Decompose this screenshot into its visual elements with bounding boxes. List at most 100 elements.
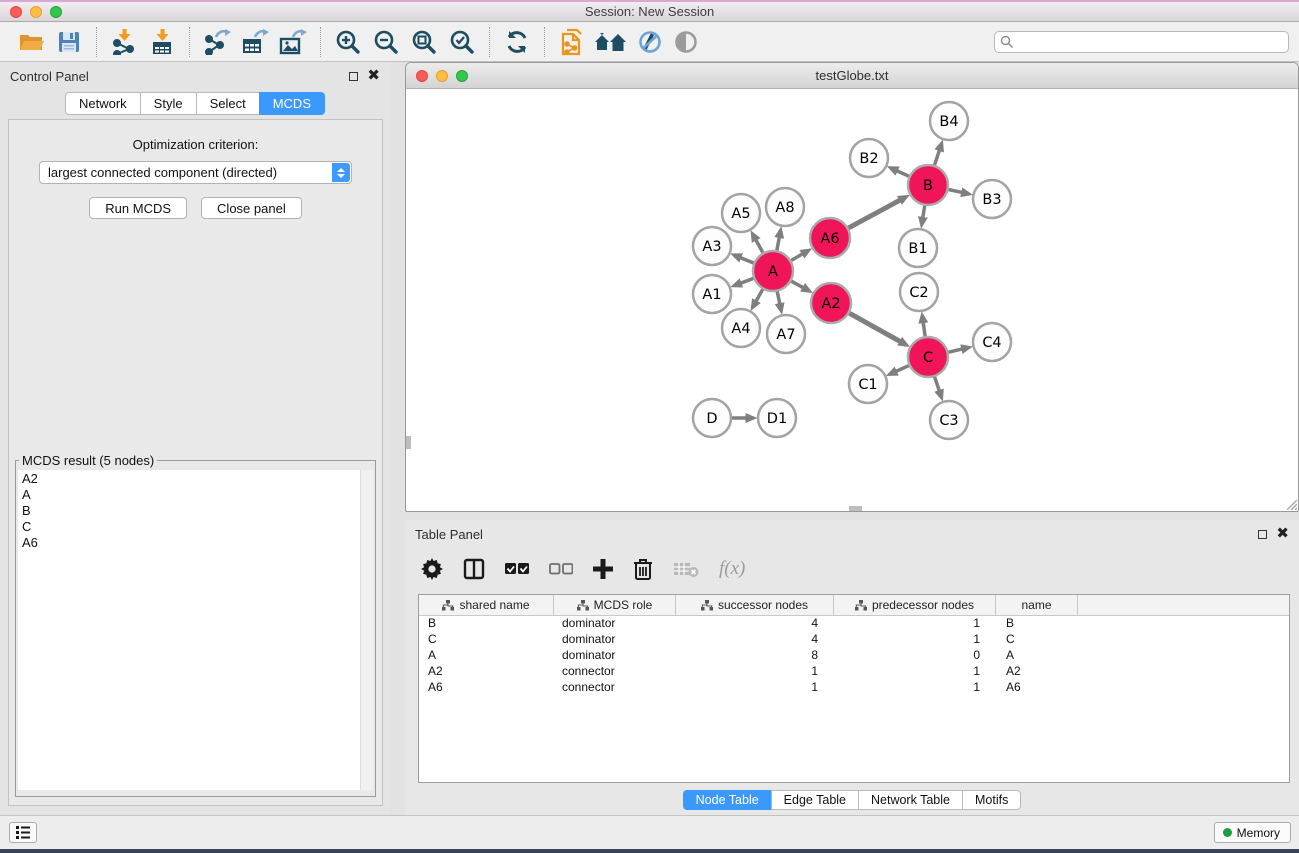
- delete-table-button[interactable]: [673, 556, 699, 582]
- zoom-in-button[interactable]: [329, 26, 367, 58]
- export-table-button[interactable]: [236, 26, 274, 58]
- zoom-window-button[interactable]: [50, 6, 62, 18]
- memory-button[interactable]: Memory: [1214, 822, 1291, 843]
- graph-edge-A2-C[interactable]: [848, 313, 900, 342]
- result-item[interactable]: A6: [22, 535, 373, 551]
- refresh-button[interactable]: [498, 26, 536, 58]
- float-table-panel-icon[interactable]: [1258, 530, 1267, 539]
- graph-node-B[interactable]: B: [908, 165, 948, 205]
- tab-mcds[interactable]: MCDS: [259, 92, 325, 115]
- graph-edge-B-B2[interactable]: [897, 171, 910, 177]
- graph-edge-B-B3[interactable]: [948, 189, 962, 192]
- graph-node-A3[interactable]: A3: [693, 227, 731, 265]
- column-header-mcds-role[interactable]: MCDS role: [554, 595, 676, 615]
- column-layout-button[interactable]: [463, 556, 485, 582]
- graph-node-C4[interactable]: C4: [973, 323, 1011, 361]
- graph-edge-A6-B[interactable]: [848, 200, 900, 228]
- graph-node-A4[interactable]: A4: [722, 309, 760, 347]
- close-table-panel-icon[interactable]: ✖: [1276, 529, 1289, 539]
- column-header-shared-name[interactable]: shared name: [419, 595, 554, 615]
- graph-node-A7[interactable]: A7: [767, 315, 805, 353]
- table-row[interactable]: Bdominator41B: [419, 616, 1289, 632]
- graph-node-A5[interactable]: A5: [722, 194, 760, 232]
- column-header-predecessor-nodes[interactable]: predecessor nodes: [834, 595, 996, 615]
- graph-edge-C-C1[interactable]: [896, 365, 909, 371]
- resize-grip-icon[interactable]: [1283, 496, 1297, 510]
- graph-node-B2[interactable]: B2: [850, 139, 888, 177]
- result-scrollbar[interactable]: [360, 470, 373, 790]
- search-input[interactable]: [994, 31, 1289, 53]
- result-item[interactable]: B: [22, 503, 373, 519]
- graph-node-A8[interactable]: A8: [766, 188, 804, 226]
- graph-edge-A-A2[interactable]: [791, 281, 803, 288]
- graph-edge-C-C2[interactable]: [923, 323, 925, 337]
- zoom-fit-button[interactable]: [405, 26, 443, 58]
- graph-node-A[interactable]: A: [753, 251, 793, 291]
- minimize-network-window-button[interactable]: [436, 70, 448, 82]
- home-button[interactable]: [591, 26, 629, 58]
- close-network-window-button[interactable]: [416, 70, 428, 82]
- graph-node-D[interactable]: D: [693, 399, 731, 437]
- run-mcds-button[interactable]: Run MCDS: [89, 197, 187, 219]
- delete-column-button[interactable]: [633, 556, 653, 582]
- network-canvas[interactable]: B4B2BB3A8A5A6B1A3AA1C2A2A4A7C4CC1C3DD1: [406, 89, 1298, 511]
- export-network-button[interactable]: [198, 26, 236, 58]
- table-row[interactable]: A2connector11A2: [419, 664, 1289, 680]
- deselect-all-rows-button[interactable]: [549, 556, 573, 582]
- graph-edge-C-C3[interactable]: [934, 376, 939, 391]
- graph-edge-A-A7[interactable]: [777, 291, 780, 304]
- save-session-button[interactable]: [50, 26, 88, 58]
- graph-node-A2[interactable]: A2: [811, 283, 851, 323]
- network-file-button[interactable]: [553, 26, 591, 58]
- zoom-network-window-button[interactable]: [456, 70, 468, 82]
- table-tab-motifs[interactable]: Motifs: [962, 790, 1021, 810]
- vertical-scroll-thumb[interactable]: [406, 436, 411, 449]
- export-image-button[interactable]: [274, 26, 312, 58]
- graph-node-B4[interactable]: B4: [930, 102, 968, 140]
- result-item[interactable]: A2: [22, 471, 373, 487]
- apply-function-button[interactable]: f(x): [719, 556, 745, 582]
- graph-edge-A-A1[interactable]: [741, 278, 754, 283]
- graphics-details-button[interactable]: [667, 26, 705, 58]
- table-settings-button[interactable]: [421, 556, 443, 582]
- tab-select[interactable]: Select: [196, 92, 259, 115]
- close-panel-button[interactable]: Close panel: [201, 197, 302, 219]
- graph-node-B1[interactable]: B1: [899, 229, 937, 267]
- close-panel-icon[interactable]: ✖: [367, 71, 380, 81]
- graph-node-A1[interactable]: A1: [693, 275, 731, 313]
- graph-node-A6[interactable]: A6: [810, 218, 850, 258]
- table-row[interactable]: A6connector11A6: [419, 680, 1289, 696]
- graph-edge-B-B1[interactable]: [923, 205, 925, 218]
- graph-edge-A-A8[interactable]: [777, 237, 780, 251]
- horizontal-scroll-thumb[interactable]: [849, 506, 862, 511]
- select-all-rows-button[interactable]: [505, 556, 529, 582]
- graph-node-C1[interactable]: C1: [849, 365, 887, 403]
- tab-style[interactable]: Style: [140, 92, 196, 115]
- graph-node-B3[interactable]: B3: [973, 180, 1011, 218]
- graph-edge-A-A4[interactable]: [756, 288, 763, 301]
- import-network-button[interactable]: [105, 26, 143, 58]
- result-item[interactable]: C: [22, 519, 373, 535]
- zoom-selected-button[interactable]: [443, 26, 481, 58]
- table-row[interactable]: Adominator80A: [419, 648, 1289, 664]
- import-table-button[interactable]: [143, 26, 181, 58]
- graph-edge-A-A3[interactable]: [741, 258, 755, 264]
- table-tab-node-table[interactable]: Node Table: [683, 790, 771, 810]
- graph-edge-A-A5[interactable]: [756, 240, 763, 253]
- graph-edge-A-A6[interactable]: [790, 254, 802, 261]
- show-panels-button[interactable]: [9, 822, 37, 843]
- float-panel-icon[interactable]: [349, 72, 358, 81]
- close-window-button[interactable]: [10, 6, 22, 18]
- graph-node-C[interactable]: C: [908, 337, 948, 377]
- open-session-button[interactable]: [12, 26, 50, 58]
- zoom-out-button[interactable]: [367, 26, 405, 58]
- label-visibility-button[interactable]: [629, 26, 667, 58]
- minimize-window-button[interactable]: [30, 6, 42, 18]
- tab-network[interactable]: Network: [65, 92, 140, 115]
- graph-node-C2[interactable]: C2: [900, 273, 938, 311]
- optimization-criterion-dropdown[interactable]: largest connected component (directed): [39, 161, 352, 184]
- graph-edge-B-B4[interactable]: [934, 150, 939, 166]
- table-tab-edge-table[interactable]: Edge Table: [771, 790, 858, 810]
- column-header-successor-nodes[interactable]: successor nodes: [676, 595, 834, 615]
- column-header-name[interactable]: name: [996, 595, 1078, 615]
